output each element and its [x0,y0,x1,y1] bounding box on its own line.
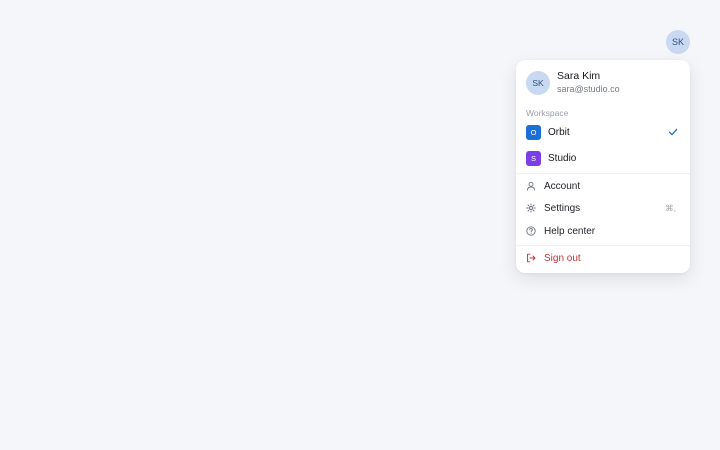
profile-avatar: SK [526,71,550,95]
profile-initials: SK [532,78,544,88]
menu-item-sign-out[interactable]: Sign out [520,248,686,268]
user-avatar-button[interactable]: SK [666,30,690,54]
menu-divider [516,173,690,174]
settings-label: Settings [544,202,581,214]
user-icon [526,181,536,191]
workspace-label-orbit: Orbit [548,126,570,138]
help-icon [526,226,536,236]
workspace-item-studio[interactable]: S Studio [520,148,686,168]
sign-out-icon [526,253,536,263]
workspace-item-orbit[interactable]: O Orbit [520,122,686,142]
workspace-badge-studio: S [526,150,541,166]
workspace-badge-orbit: O [526,124,541,140]
workspace-badge-letter: S [530,153,536,163]
menu-divider [516,245,690,246]
settings-shortcut: ⌘, [665,202,676,213]
workspace-badge-letter: O [530,127,537,137]
gear-icon [526,203,536,213]
menu-item-account[interactable]: Account [520,176,686,196]
menu-item-help-center[interactable]: Help center [520,221,686,241]
sign-out-label: Sign out [544,252,581,264]
workspace-section-label: Workspace [526,108,569,118]
help-center-label: Help center [544,225,596,237]
avatar-initials: SK [671,37,684,47]
profile-email: sara@studio.co [557,84,620,94]
menu-item-settings[interactable]: Settings ⌘, [520,198,686,218]
workspace-label-studio: Studio [548,152,577,164]
profile-name: Sara Kim [557,70,601,82]
checkmark-icon [668,128,678,136]
profile-header: SK Sara Kim sara@studio.co [526,70,620,96]
account-label: Account [544,180,581,192]
account-dropdown-menu: SK Sara Kim sara@studio.co Workspace O O… [516,60,690,273]
